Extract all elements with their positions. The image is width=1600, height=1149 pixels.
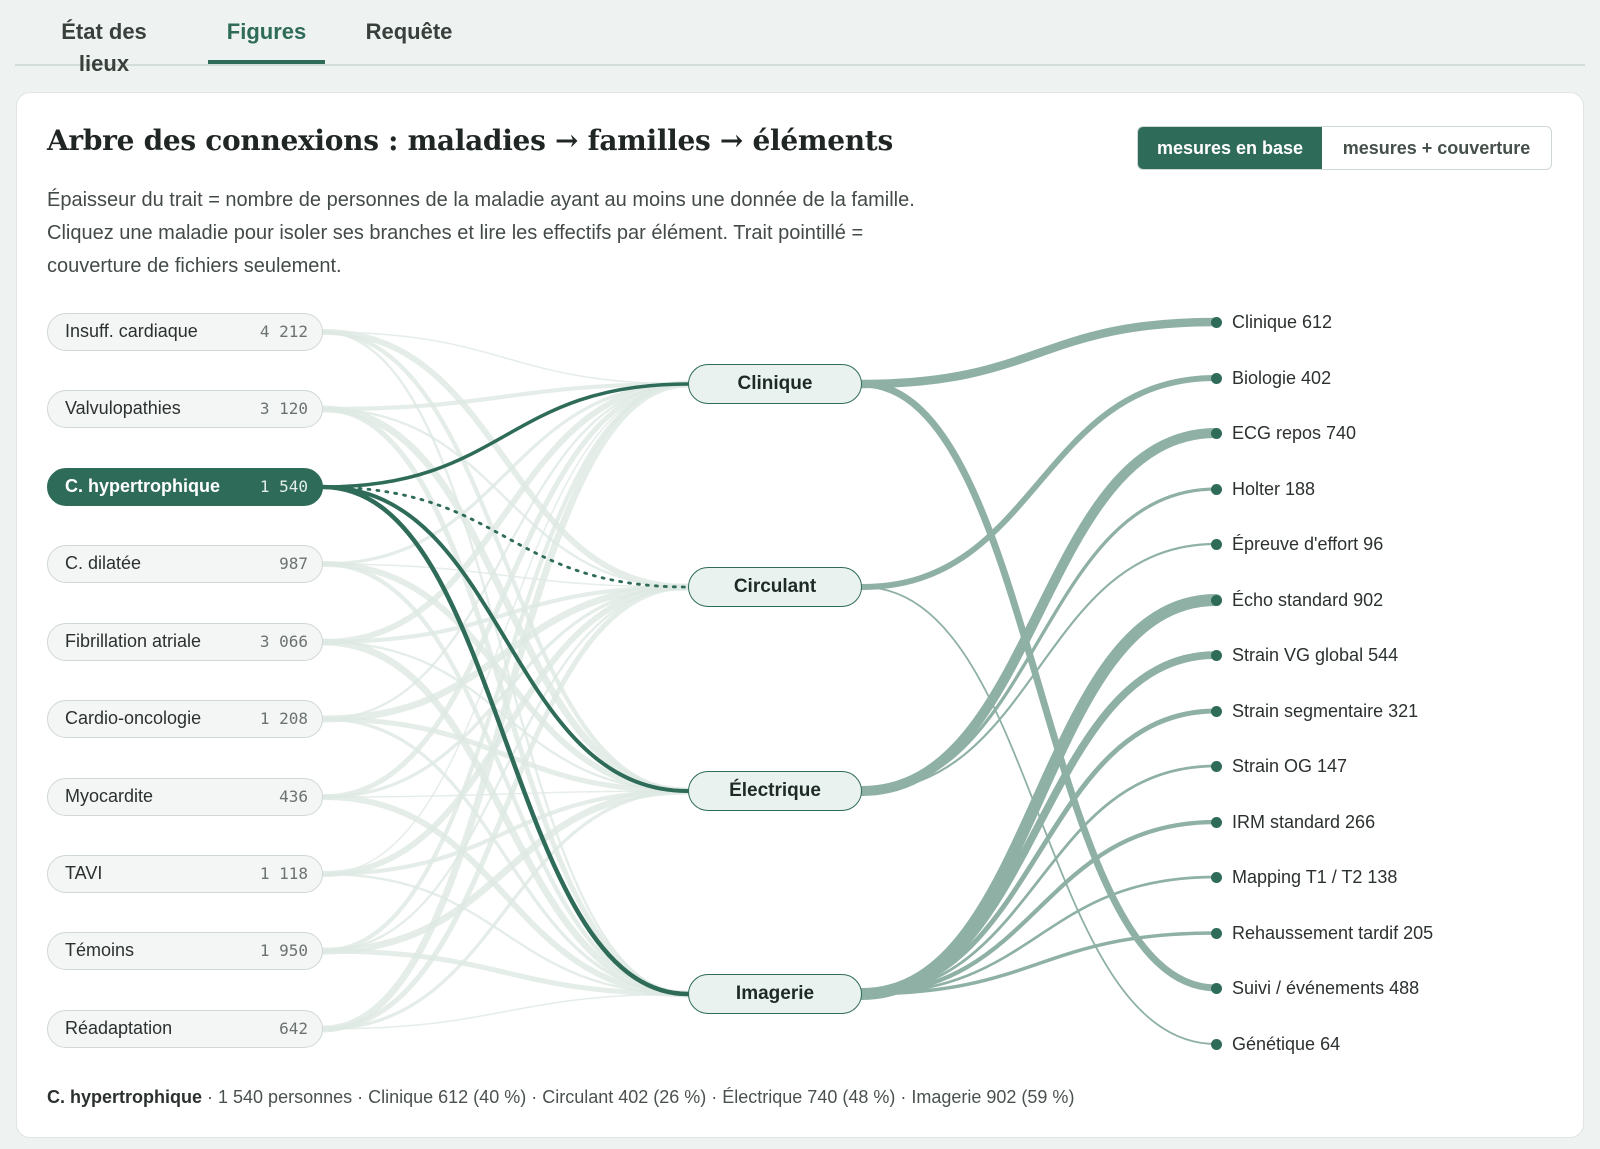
- element-label: Suivi / événements 488: [1232, 978, 1420, 998]
- element-dot: [1211, 983, 1222, 994]
- disease-label: TAVI: [65, 863, 103, 883]
- element-dot: [1211, 595, 1222, 606]
- element-dot: [1211, 650, 1222, 661]
- element-dot: [1211, 706, 1222, 717]
- disease-label: C. hypertrophique: [65, 476, 221, 496]
- family-clinique[interactable]: Clinique: [688, 364, 862, 404]
- element-dot: [1211, 1039, 1222, 1050]
- disease-label: Insuff. cardiaque: [65, 321, 198, 341]
- element-label: Mapping T1 / T2 138: [1232, 867, 1398, 887]
- element-label: Rehaussement tardif 205: [1232, 923, 1434, 943]
- disease-label: Cardio-oncologie: [65, 708, 202, 728]
- disease-count: 4 212: [259, 322, 308, 341]
- family-imagerie[interactable]: Imagerie: [688, 974, 862, 1014]
- element-dot: [1211, 761, 1222, 772]
- disease-fibrillation-atriale[interactable]: Fibrillation atriale 3 066: [47, 623, 323, 661]
- disease-label: Fibrillation atriale: [65, 631, 202, 651]
- disease-count: 436: [279, 787, 308, 806]
- element-label: Biologie 402: [1232, 368, 1332, 388]
- element-dot: [1211, 928, 1222, 939]
- disease-count: 3 120: [259, 399, 308, 418]
- disease-cardio-oncologie[interactable]: Cardio-oncologie 1 208: [47, 700, 323, 738]
- disease-insuff-cardiaque[interactable]: Insuff. cardiaque 4 212: [47, 313, 323, 351]
- disease-label: Valvulopathies: [65, 398, 181, 418]
- disease-count: 1 950: [259, 941, 308, 960]
- disease-count: 987: [279, 554, 308, 573]
- disease-c-hypertrophique[interactable]: C. hypertrophique 1 540: [47, 468, 323, 506]
- element-dot: [1211, 817, 1222, 828]
- disease-readaptation[interactable]: Réadaptation 642: [47, 1010, 323, 1048]
- element-label: Clinique 612: [1232, 312, 1333, 332]
- element-dot: [1211, 539, 1222, 550]
- element-label: Strain segmentaire 321: [1232, 701, 1419, 721]
- disease-label: Réadaptation: [65, 1018, 173, 1038]
- selection-summary: C. hypertrophique · 1 540 personnes · Cl…: [47, 1087, 1074, 1108]
- family-element-link: [860, 487, 1218, 793]
- disease-count: 1 540: [259, 477, 308, 496]
- disease-c-dilatee[interactable]: C. dilatée 987: [47, 545, 323, 583]
- element-dot: [1211, 484, 1222, 495]
- family-electrique[interactable]: Électrique: [688, 771, 862, 811]
- family-element-link: [858, 380, 1220, 992]
- disease-myocardite[interactable]: Myocardite 436: [47, 778, 323, 816]
- element-dot: [1211, 373, 1222, 384]
- disease-count: 1 118: [259, 864, 308, 883]
- element-label: Strain VG global 544: [1232, 645, 1399, 665]
- disease-tavi[interactable]: TAVI 1 118: [47, 855, 323, 893]
- element-label: ECG repos 740: [1232, 423, 1357, 443]
- disease-count: 642: [279, 1019, 308, 1038]
- disease-label: C. dilatée: [65, 553, 142, 573]
- element-label: IRM standard 266: [1232, 812, 1376, 832]
- disease-count: 1 208: [259, 709, 308, 728]
- element-dot: [1211, 428, 1222, 439]
- element-dot: [1211, 872, 1222, 883]
- element-label: Épreuve d'effort 96: [1232, 534, 1384, 554]
- faint-disease-family-link: [320, 794, 691, 997]
- family-element-link: [859, 708, 1219, 997]
- element-label: Strain OG 147: [1232, 756, 1348, 776]
- summary-disease-name: C. hypertrophique: [47, 1087, 203, 1107]
- disease-count: 3 066: [259, 632, 308, 651]
- element-label: Holter 188: [1232, 479, 1316, 499]
- faint-disease-family-link: [320, 329, 691, 590]
- summary-detail: · 1 540 personnes · Clinique 612 (40 %) …: [202, 1087, 1075, 1107]
- family-element-link: [857, 317, 1221, 389]
- element-label: Écho standard 902: [1232, 590, 1384, 610]
- family-circulant[interactable]: Circulant: [688, 567, 862, 607]
- element-label: Génétique 64: [1232, 1034, 1341, 1054]
- disease-temoins[interactable]: Témoins 1 950: [47, 932, 323, 970]
- element-dot: [1211, 317, 1222, 328]
- disease-label: Myocardite: [65, 786, 154, 806]
- disease-label: Témoins: [65, 940, 135, 960]
- faint-disease-family-link: [321, 585, 690, 799]
- disease-valvulopathies[interactable]: Valvulopathies 3 120: [47, 390, 323, 428]
- family-element-link: [858, 651, 1220, 998]
